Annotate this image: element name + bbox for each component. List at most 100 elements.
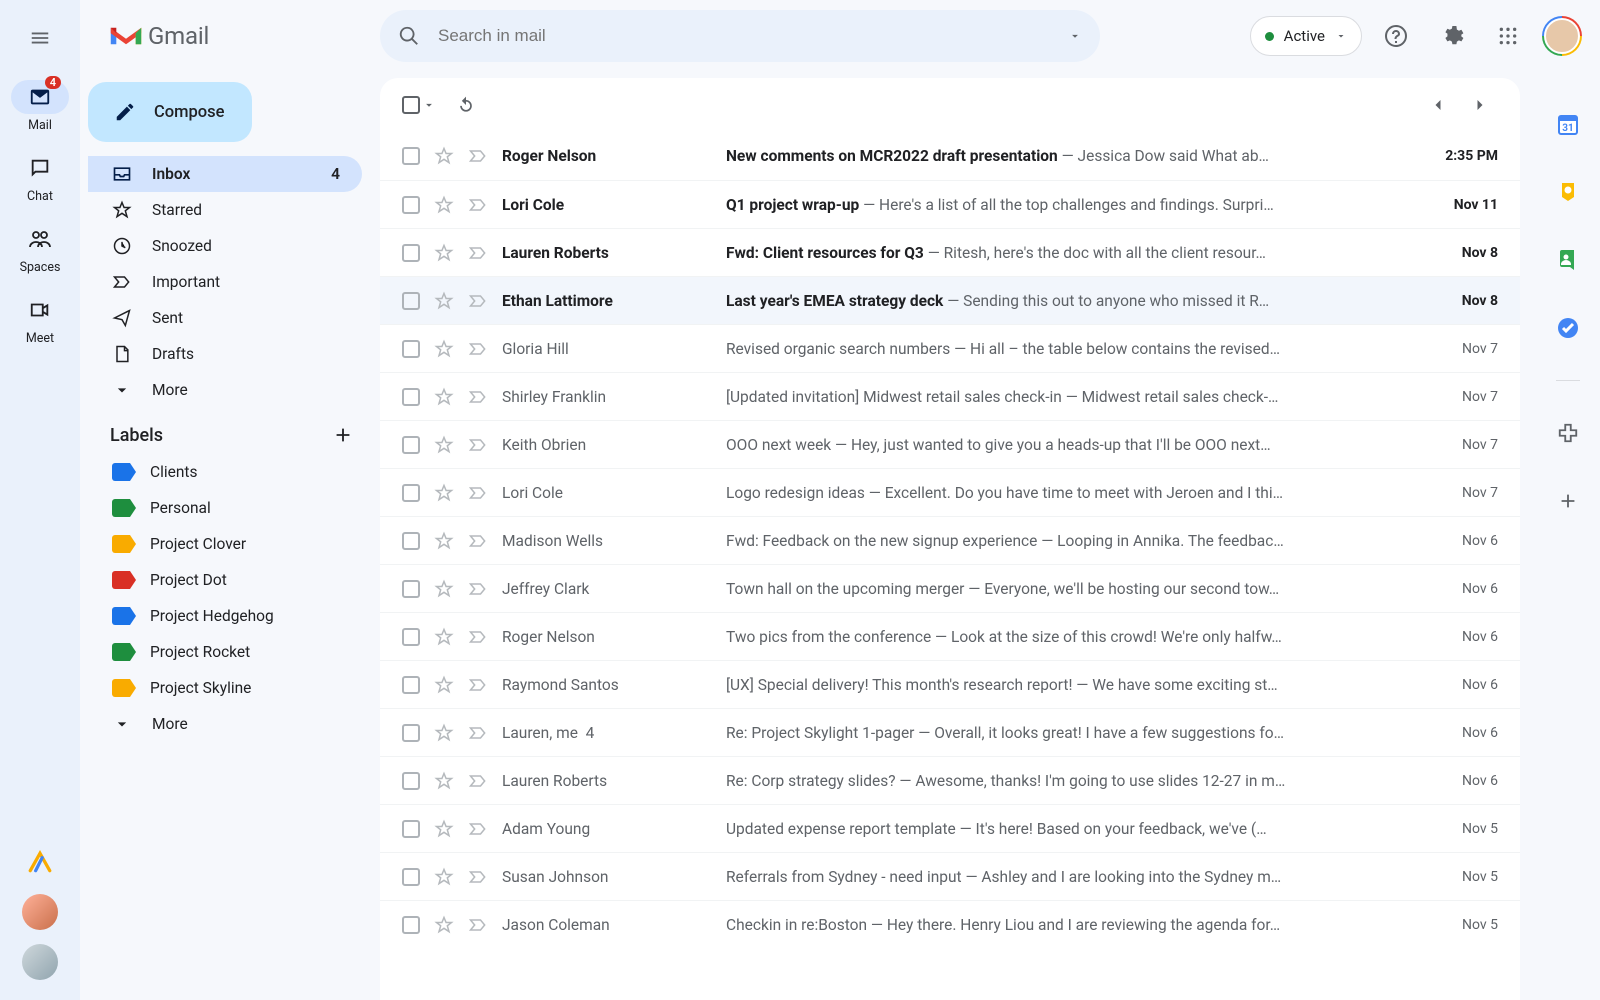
importance-marker-icon[interactable] bbox=[468, 867, 488, 887]
rail-item-spaces[interactable]: Spaces bbox=[11, 222, 69, 275]
row-checkbox[interactable] bbox=[402, 724, 420, 742]
nav-item-more[interactable]: More bbox=[88, 372, 362, 408]
mail-row[interactable]: Jason Coleman Checkin in re:Boston — Hey… bbox=[380, 900, 1520, 948]
mail-row[interactable]: Roger Nelson Two pics from the conferenc… bbox=[380, 612, 1520, 660]
star-outline-icon[interactable] bbox=[434, 771, 454, 791]
row-checkbox[interactable] bbox=[402, 436, 420, 454]
row-checkbox[interactable] bbox=[402, 196, 420, 214]
keep-button[interactable] bbox=[1546, 170, 1590, 214]
importance-marker-icon[interactable] bbox=[468, 579, 488, 599]
label-item[interactable]: Personal bbox=[88, 490, 362, 526]
labels-more[interactable]: More bbox=[88, 706, 362, 742]
row-checkbox[interactable] bbox=[402, 676, 420, 694]
row-checkbox[interactable] bbox=[402, 388, 420, 406]
importance-marker-icon[interactable] bbox=[468, 195, 488, 215]
contacts-button[interactable] bbox=[1546, 238, 1590, 282]
importance-marker-icon[interactable] bbox=[468, 627, 488, 647]
chevron-down-icon[interactable] bbox=[422, 98, 436, 112]
mail-row[interactable]: Lori Cole Logo redesign ideas — Excellen… bbox=[380, 468, 1520, 516]
row-checkbox[interactable] bbox=[402, 820, 420, 838]
row-checkbox[interactable] bbox=[402, 628, 420, 646]
importance-marker-icon[interactable] bbox=[468, 915, 488, 935]
mail-row[interactable]: Lori Cole Q1 project wrap-up — Here's a … bbox=[380, 180, 1520, 228]
mail-row[interactable]: Lauren Roberts Fwd: Client resources for… bbox=[380, 228, 1520, 276]
star-outline-icon[interactable] bbox=[434, 435, 454, 455]
mail-row[interactable]: Jeffrey Clark Town hall on the upcoming … bbox=[380, 564, 1520, 612]
label-item[interactable]: Clients bbox=[88, 454, 362, 490]
row-checkbox[interactable] bbox=[402, 580, 420, 598]
newer-button[interactable] bbox=[1420, 87, 1456, 123]
calendar-button[interactable]: 31 bbox=[1546, 102, 1590, 146]
account-avatar[interactable] bbox=[1542, 16, 1582, 56]
star-outline-icon[interactable] bbox=[434, 675, 454, 695]
rail-contact-2[interactable] bbox=[22, 944, 58, 980]
refresh-button[interactable] bbox=[448, 87, 484, 123]
importance-marker-icon[interactable] bbox=[468, 435, 488, 455]
mail-row[interactable]: Ethan Lattimore Last year's EMEA strateg… bbox=[380, 276, 1520, 324]
importance-marker-icon[interactable] bbox=[468, 531, 488, 551]
star-outline-icon[interactable] bbox=[434, 819, 454, 839]
nav-item-snoozed[interactable]: Snoozed bbox=[88, 228, 362, 264]
mail-row[interactable]: Gloria Hill Revised organic search numbe… bbox=[380, 324, 1520, 372]
settings-button[interactable] bbox=[1430, 14, 1474, 58]
older-button[interactable] bbox=[1462, 87, 1498, 123]
select-all-checkbox[interactable] bbox=[402, 96, 436, 114]
label-item[interactable]: Project Dot bbox=[88, 562, 362, 598]
row-checkbox[interactable] bbox=[402, 484, 420, 502]
star-outline-icon[interactable] bbox=[434, 387, 454, 407]
mail-row[interactable]: Lauren Roberts Re: Corp strategy slides?… bbox=[380, 756, 1520, 804]
addons-button[interactable] bbox=[1546, 411, 1590, 455]
rail-contact-1[interactable] bbox=[22, 894, 58, 930]
importance-marker-icon[interactable] bbox=[468, 819, 488, 839]
importance-marker-icon[interactable] bbox=[468, 723, 488, 743]
row-checkbox[interactable] bbox=[402, 147, 420, 165]
star-outline-icon[interactable] bbox=[434, 867, 454, 887]
row-checkbox[interactable] bbox=[402, 868, 420, 886]
rail-item-meet[interactable]: Meet bbox=[11, 293, 69, 346]
row-checkbox[interactable] bbox=[402, 772, 420, 790]
nav-item-inbox[interactable]: Inbox 4 bbox=[88, 156, 362, 192]
label-item[interactable]: Project Hedgehog bbox=[88, 598, 362, 634]
star-outline-icon[interactable] bbox=[434, 531, 454, 551]
importance-marker-icon[interactable] bbox=[468, 483, 488, 503]
importance-marker-icon[interactable] bbox=[468, 291, 488, 311]
star-outline-icon[interactable] bbox=[434, 146, 454, 166]
importance-marker-icon[interactable] bbox=[468, 675, 488, 695]
nav-item-important[interactable]: Important bbox=[88, 264, 362, 300]
importance-marker-icon[interactable] bbox=[468, 771, 488, 791]
row-checkbox[interactable] bbox=[402, 340, 420, 358]
apps-button[interactable] bbox=[1486, 14, 1530, 58]
label-item[interactable]: Project Rocket bbox=[88, 634, 362, 670]
importance-marker-icon[interactable] bbox=[468, 146, 488, 166]
main-menu-button[interactable] bbox=[16, 14, 64, 62]
add-label-button[interactable] bbox=[332, 424, 354, 446]
search-input[interactable] bbox=[438, 26, 1050, 46]
mail-row[interactable]: Lauren, me 4 Re: Project Skylight 1-page… bbox=[380, 708, 1520, 756]
star-outline-icon[interactable] bbox=[434, 339, 454, 359]
get-addons-button[interactable] bbox=[1546, 479, 1590, 523]
importance-marker-icon[interactable] bbox=[468, 243, 488, 263]
importance-marker-icon[interactable] bbox=[468, 339, 488, 359]
star-outline-icon[interactable] bbox=[434, 627, 454, 647]
star-outline-icon[interactable] bbox=[434, 291, 454, 311]
compose-button[interactable]: Compose bbox=[88, 82, 252, 142]
mail-row[interactable]: Roger Nelson New comments on MCR2022 dra… bbox=[380, 132, 1520, 180]
mail-row[interactable]: Susan Johnson Referrals from Sydney - ne… bbox=[380, 852, 1520, 900]
rail-item-chat[interactable]: Chat bbox=[11, 151, 69, 204]
star-outline-icon[interactable] bbox=[434, 243, 454, 263]
rail-item-mail[interactable]: 4 Mail bbox=[11, 80, 69, 133]
star-outline-icon[interactable] bbox=[434, 195, 454, 215]
nav-item-drafts[interactable]: Drafts bbox=[88, 336, 362, 372]
row-checkbox[interactable] bbox=[402, 532, 420, 550]
star-outline-icon[interactable] bbox=[434, 579, 454, 599]
mail-row[interactable]: Shirley Franklin [Updated invitation] Mi… bbox=[380, 372, 1520, 420]
importance-marker-icon[interactable] bbox=[468, 387, 488, 407]
nav-item-sent[interactable]: Sent bbox=[88, 300, 362, 336]
mail-row[interactable]: Raymond Santos [UX] Special delivery! Th… bbox=[380, 660, 1520, 708]
mail-row[interactable]: Adam Young Updated expense report templa… bbox=[380, 804, 1520, 852]
search-bar[interactable] bbox=[380, 10, 1100, 62]
star-outline-icon[interactable] bbox=[434, 723, 454, 743]
star-outline-icon[interactable] bbox=[434, 483, 454, 503]
status-chip[interactable]: Active bbox=[1250, 16, 1362, 56]
row-checkbox[interactable] bbox=[402, 244, 420, 262]
